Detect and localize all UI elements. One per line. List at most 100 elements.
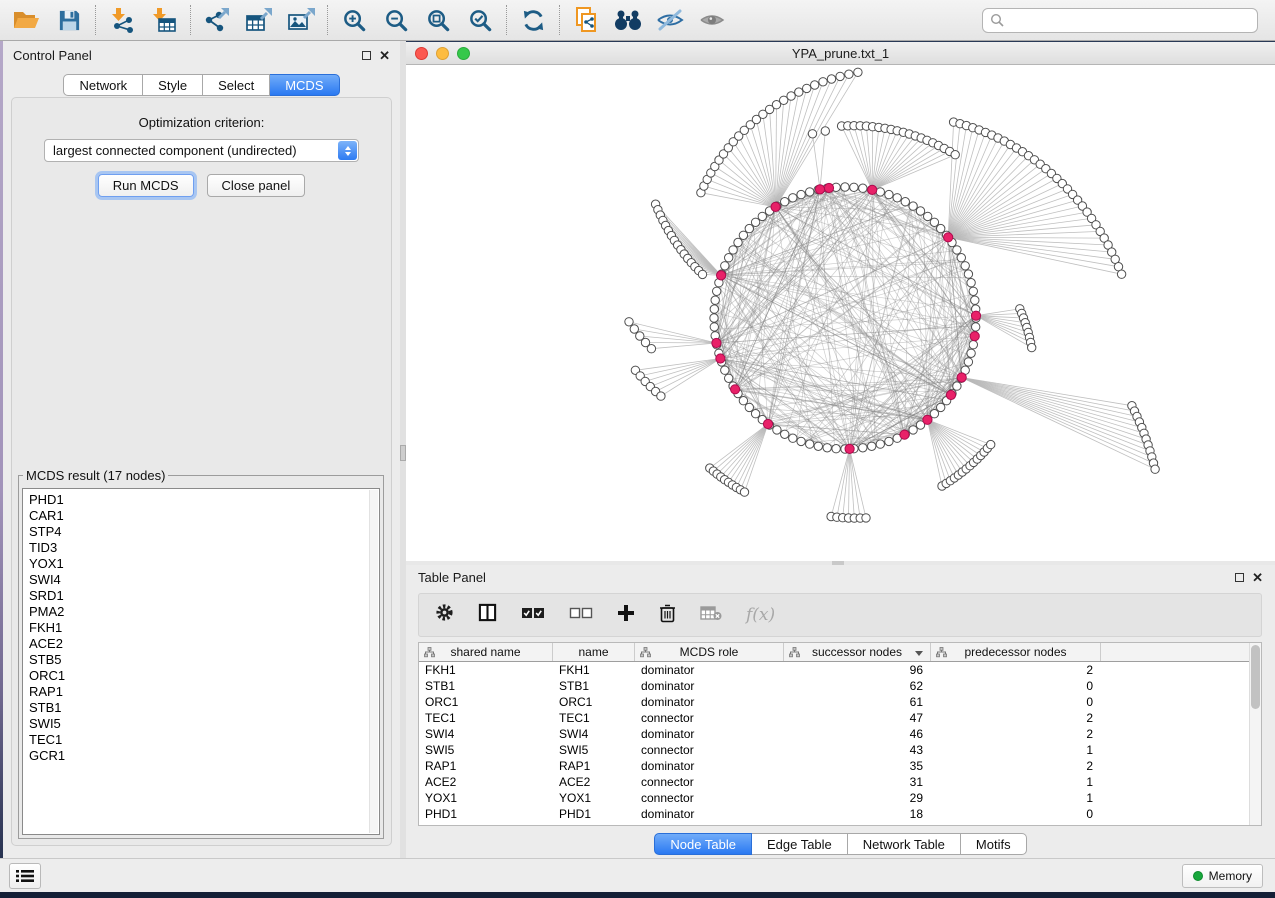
- toolbar-separator: [559, 5, 560, 35]
- table-options-button[interactable]: [435, 603, 454, 627]
- export-image-button[interactable]: [280, 2, 322, 38]
- mcds-result-item[interactable]: RAP1: [29, 684, 379, 700]
- import-table-button[interactable]: [143, 2, 185, 38]
- cell-name: SWI5: [553, 742, 635, 758]
- zoom-out-button[interactable]: [375, 2, 417, 38]
- mcds-result-item[interactable]: SRD1: [29, 588, 379, 604]
- first-neighbors-button[interactable]: [607, 2, 649, 38]
- scrollbar-thumb[interactable]: [1251, 645, 1260, 709]
- delete-table-button[interactable]: [700, 605, 722, 626]
- export-table-button[interactable]: [238, 2, 280, 38]
- table-row[interactable]: FKH1FKH1dominator962: [419, 662, 1261, 678]
- table-row[interactable]: ACE2ACE2connector311: [419, 774, 1261, 790]
- mcds-result-item[interactable]: CAR1: [29, 508, 379, 524]
- save-session-button[interactable]: [48, 2, 90, 38]
- show-all-button[interactable]: [691, 2, 733, 38]
- function-builder-button[interactable]: f(x): [746, 605, 775, 625]
- refresh-view-button[interactable]: [512, 2, 554, 38]
- open-folder-icon: [12, 7, 42, 33]
- table-scrollbar[interactable]: [1249, 643, 1261, 825]
- zoom-selected-button[interactable]: [459, 2, 501, 38]
- export-network-button[interactable]: [196, 2, 238, 38]
- tab-select[interactable]: Select: [203, 74, 270, 96]
- mcds-result-list[interactable]: PHD1CAR1STP4TID3YOX1SWI4SRD1PMA2FKH1ACE2…: [22, 488, 380, 835]
- mcds-result-item[interactable]: STP4: [29, 524, 379, 540]
- network-view[interactable]: [406, 65, 1275, 561]
- network-window-titlebar[interactable]: YPA_prune.txt_1: [406, 42, 1275, 65]
- column-header-predecessor-nodes[interactable]: predecessor nodes: [931, 643, 1101, 661]
- sort-indicator-icon: [915, 651, 923, 656]
- zoom-fit-icon: [426, 8, 451, 33]
- column-header-MCDS-role[interactable]: MCDS role: [635, 643, 784, 661]
- table-row[interactable]: SWI5SWI5connector431: [419, 742, 1261, 758]
- mcds-result-item[interactable]: GCR1: [29, 748, 379, 764]
- column-header-filler: [1101, 643, 1261, 661]
- mcds-result-item[interactable]: SWI5: [29, 716, 379, 732]
- tab-mcds[interactable]: MCDS: [270, 74, 339, 96]
- close-panel-icon[interactable]: ✕: [379, 49, 390, 62]
- table-row[interactable]: RAP1RAP1dominator352: [419, 758, 1261, 774]
- tab-network[interactable]: Network: [63, 74, 143, 96]
- show-columns-button[interactable]: [478, 603, 497, 627]
- zoom-in-button[interactable]: [333, 2, 375, 38]
- maximize-window-icon[interactable]: [457, 47, 470, 60]
- cell-filler: [1101, 710, 1261, 726]
- cell-filler: [1101, 694, 1261, 710]
- search-box[interactable]: [982, 8, 1258, 33]
- cell-successor-nodes: 46: [784, 726, 931, 742]
- tab-motifs[interactable]: Motifs: [961, 833, 1027, 855]
- select-all-button[interactable]: [521, 606, 545, 624]
- float-panel-icon[interactable]: [1235, 573, 1244, 582]
- tab-node-table[interactable]: Node Table: [654, 833, 752, 855]
- cell-successor-nodes: 47: [784, 710, 931, 726]
- mcds-result-item[interactable]: FKH1: [29, 620, 379, 636]
- column-header-successor-nodes[interactable]: successor nodes: [784, 643, 931, 661]
- delete-table-icon: [700, 605, 722, 621]
- minimize-window-icon[interactable]: [436, 47, 449, 60]
- status-bar: Memory: [0, 858, 1275, 892]
- mcds-result-item[interactable]: STB5: [29, 652, 379, 668]
- hide-selected-button[interactable]: [649, 2, 691, 38]
- delete-columns-button[interactable]: [659, 603, 676, 628]
- import-network-button[interactable]: [101, 2, 143, 38]
- network-list-button[interactable]: [9, 863, 41, 889]
- mcds-result-item[interactable]: STB1: [29, 700, 379, 716]
- network-window-title: YPA_prune.txt_1: [406, 46, 1275, 61]
- close-panel-icon[interactable]: ✕: [1252, 571, 1263, 584]
- run-mcds-button[interactable]: Run MCDS: [98, 174, 194, 197]
- duplicate-network-button[interactable]: [565, 2, 607, 38]
- cell-name: FKH1: [553, 662, 635, 678]
- float-panel-icon[interactable]: [362, 51, 371, 60]
- mcds-result-item[interactable]: PHD1: [29, 492, 379, 508]
- search-input[interactable]: [1009, 10, 1257, 30]
- mcds-result-item[interactable]: TEC1: [29, 732, 379, 748]
- mcds-result-item[interactable]: ACE2: [29, 636, 379, 652]
- memory-button[interactable]: Memory: [1182, 864, 1263, 888]
- table-row[interactable]: TEC1TEC1connector472: [419, 710, 1261, 726]
- column-header-name[interactable]: name: [553, 643, 635, 661]
- list-scrollbar[interactable]: [369, 490, 378, 833]
- optimization-select[interactable]: largest connected component (undirected): [44, 139, 359, 162]
- deselect-all-button[interactable]: [569, 606, 593, 624]
- close-panel-button[interactable]: Close panel: [207, 174, 306, 197]
- column-header-shared-name[interactable]: shared name: [419, 643, 553, 661]
- tab-style[interactable]: Style: [143, 74, 203, 96]
- mcds-result-item[interactable]: PMA2: [29, 604, 379, 620]
- mcds-result-item[interactable]: YOX1: [29, 556, 379, 572]
- table-row[interactable]: YOX1YOX1connector291: [419, 790, 1261, 806]
- mcds-result-item[interactable]: SWI4: [29, 572, 379, 588]
- mcds-result-item[interactable]: ORC1: [29, 668, 379, 684]
- tab-network-table[interactable]: Network Table: [848, 833, 961, 855]
- new-column-button[interactable]: [617, 604, 635, 627]
- zoom-fit-button[interactable]: [417, 2, 459, 38]
- table-row[interactable]: SWI4SWI4dominator462: [419, 726, 1261, 742]
- close-window-icon[interactable]: [415, 47, 428, 60]
- table-row[interactable]: STB1STB1dominator620: [419, 678, 1261, 694]
- mcds-result-item[interactable]: TID3: [29, 540, 379, 556]
- cell-shared-name: STB1: [419, 678, 553, 694]
- cell-predecessor-nodes: 2: [931, 662, 1101, 678]
- open-session-button[interactable]: [6, 2, 48, 38]
- table-row[interactable]: ORC1ORC1dominator610: [419, 694, 1261, 710]
- table-row[interactable]: PHD1PHD1dominator180: [419, 806, 1261, 822]
- tab-edge-table[interactable]: Edge Table: [752, 833, 848, 855]
